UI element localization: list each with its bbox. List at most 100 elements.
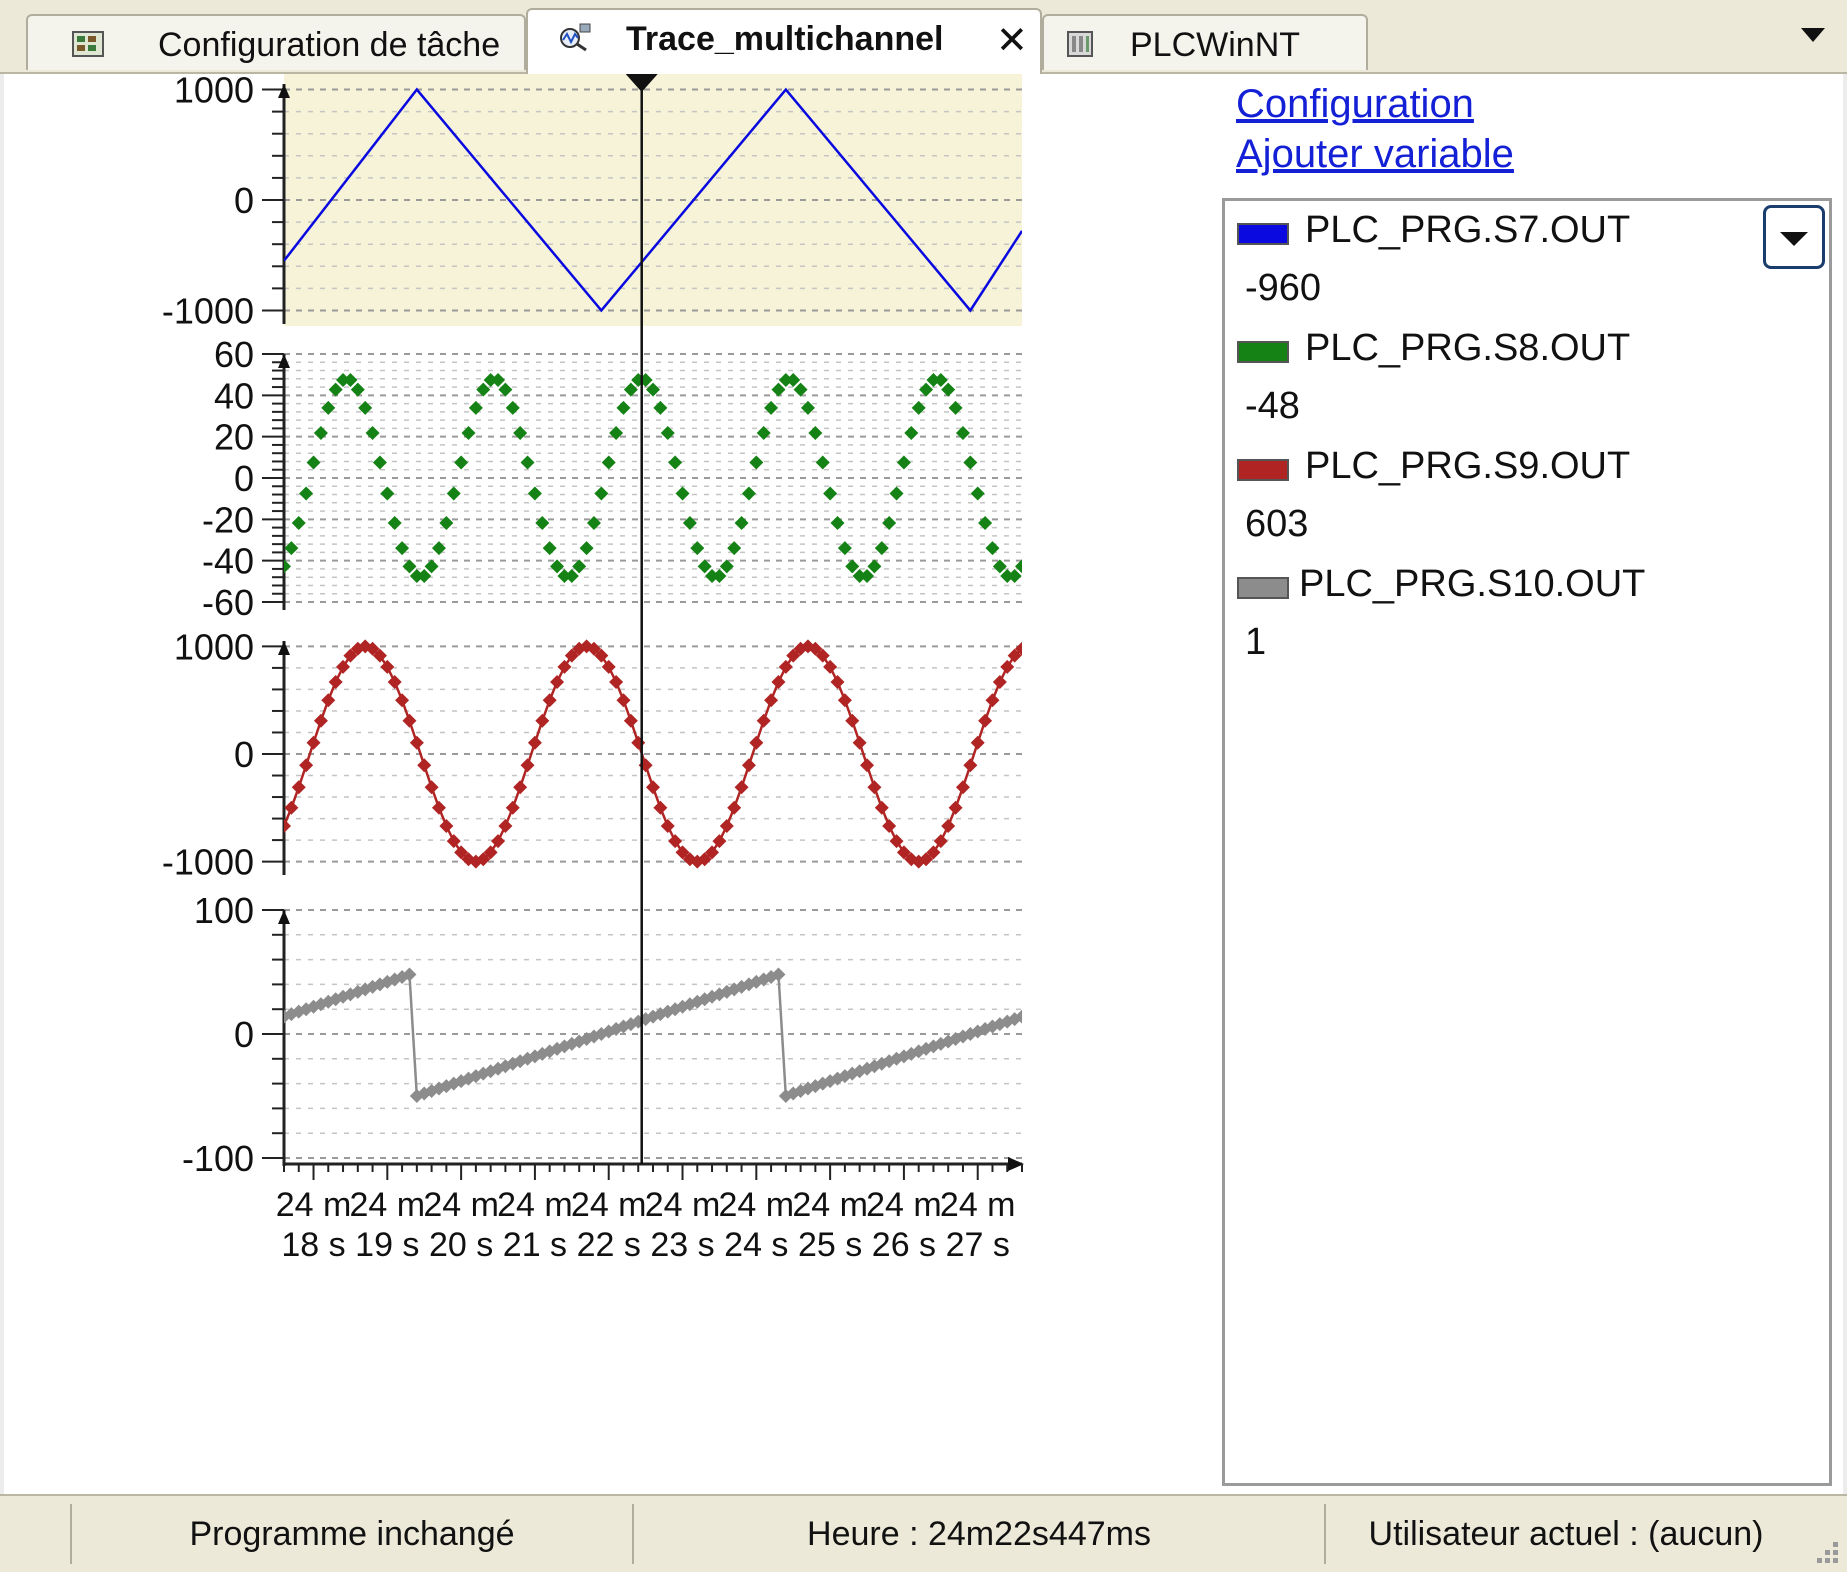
data-point <box>896 455 911 470</box>
data-point <box>365 425 380 440</box>
trace-panel-1: 1000 0 -1000 <box>162 70 1022 331</box>
variable-value: -960 <box>1245 267 1322 309</box>
add-variable-link[interactable]: Ajouter variable <box>1236 132 1514 177</box>
data-point <box>741 486 756 501</box>
legend-entry-s10[interactable]: PLC_PRG.S10.OUT 1 <box>1237 563 1797 673</box>
data-point <box>328 382 343 397</box>
y-tick-label: -1000 <box>162 842 254 883</box>
x-tick-label: 22 s <box>577 1226 641 1264</box>
data-point <box>889 486 904 501</box>
x-tick-label: 18 s <box>281 1226 345 1264</box>
data-point <box>955 780 970 795</box>
legend-entry-s9[interactable]: PLC_PRG.S9.OUT 603 <box>1237 445 1797 555</box>
series-PLC_PRG.S9.OUT <box>284 639 1022 869</box>
data-point <box>513 780 528 795</box>
tab-trace-multichannel[interactable]: Trace_multichannel ✕ <box>526 8 1042 74</box>
data-point <box>417 758 432 773</box>
data-point <box>439 819 454 834</box>
color-swatch <box>1237 459 1289 481</box>
variable-value: -48 <box>1245 385 1300 427</box>
data-point <box>498 819 513 834</box>
data-point <box>941 819 956 834</box>
data-point <box>313 713 328 728</box>
configuration-link[interactable]: Configuration <box>1236 82 1474 127</box>
trace-chart-area: 1000 0 -1000 60 40 20 0 -20 -40 -60 1000 0 -1000 100 0… <box>4 70 1218 1494</box>
data-point <box>402 713 417 728</box>
data-point <box>675 486 690 501</box>
data-point <box>653 400 668 415</box>
data-point <box>978 713 993 728</box>
x-tick-label: 26 s <box>872 1226 936 1264</box>
tab-label: Trace_multichannel <box>626 20 944 58</box>
chevron-down-icon[interactable] <box>1801 28 1825 42</box>
data-point <box>860 758 875 773</box>
data-point <box>933 834 948 849</box>
trace-chart: 10000-10006040200-20-40-6010000-10001000… <box>162 70 1024 1264</box>
x-tick-label: 27 s <box>946 1226 1010 1264</box>
current-time: Heure : 24m22s447ms <box>807 1515 1151 1553</box>
tab-bar: Configuration de tâche Trace_multichanne… <box>0 0 1847 74</box>
variable-legend: PLC_PRG.S7.OUT -960 PLC_PRG.S8.OUT -48 P… <box>1222 198 1832 1486</box>
data-point <box>491 373 506 388</box>
data-point <box>646 780 660 795</box>
x-tick-label: 24 m <box>276 1186 352 1224</box>
data-point <box>874 800 889 815</box>
status-bar: Programme inchangé Heure : 24m22s447ms U… <box>0 1494 1847 1572</box>
legend-entry-s7[interactable]: PLC_PRG.S7.OUT -960 <box>1237 209 1797 319</box>
color-swatch <box>1237 341 1289 363</box>
data-point <box>284 800 299 815</box>
tab-task-configuration[interactable]: Configuration de tâche <box>26 14 526 70</box>
y-tick-label: -100 <box>182 1138 254 1179</box>
data-point <box>823 659 838 674</box>
y-tick-label: -60 <box>202 582 254 623</box>
data-point <box>350 382 365 397</box>
data-point <box>985 541 1000 556</box>
x-tick-label: 19 s <box>355 1226 419 1264</box>
data-point <box>623 713 638 728</box>
data-point <box>527 735 542 750</box>
y-tick-label: 60 <box>214 334 254 375</box>
data-point <box>424 559 439 574</box>
data-point <box>631 735 646 750</box>
series-line <box>284 972 1022 1098</box>
x-tick-label: 24 m <box>940 1186 1016 1224</box>
data-point <box>771 674 786 689</box>
data-point <box>616 400 631 415</box>
data-point <box>660 819 675 834</box>
data-point <box>852 735 867 750</box>
data-point <box>564 568 579 583</box>
data-point <box>409 735 424 750</box>
data-point <box>505 800 520 815</box>
data-point <box>321 693 336 708</box>
data-point <box>380 486 395 501</box>
data-point <box>431 800 446 815</box>
data-point <box>542 693 557 708</box>
trace-icon <box>560 23 591 52</box>
data-point <box>313 425 328 440</box>
legend-entry-s8[interactable]: PLC_PRG.S8.OUT -48 <box>1237 327 1797 437</box>
data-point <box>668 455 683 470</box>
data-point <box>963 455 978 470</box>
trace-panel-3: 1000 0 -1000 <box>162 626 1022 883</box>
data-point <box>830 674 845 689</box>
data-point <box>291 516 306 531</box>
variable-name: PLC_PRG.S8.OUT <box>1305 327 1631 369</box>
close-icon[interactable]: ✕ <box>996 22 1028 60</box>
tab-plcwinnt[interactable]: PLCWinNT <box>1042 14 1368 70</box>
legend-dropdown-button[interactable] <box>1763 205 1825 269</box>
data-point <box>1000 659 1015 674</box>
data-point <box>970 486 985 501</box>
data-point <box>387 674 402 689</box>
color-swatch <box>1237 577 1289 599</box>
data-point <box>1007 568 1022 583</box>
data-point <box>527 486 542 501</box>
data-point <box>306 455 321 470</box>
resize-grip-icon[interactable] <box>1811 1536 1841 1566</box>
data-point <box>771 382 786 397</box>
data-point <box>609 674 624 689</box>
data-point <box>727 800 742 815</box>
data-point <box>837 693 852 708</box>
x-tick-label: 24 m <box>497 1186 573 1224</box>
data-point <box>461 425 476 440</box>
data-point <box>970 735 985 750</box>
